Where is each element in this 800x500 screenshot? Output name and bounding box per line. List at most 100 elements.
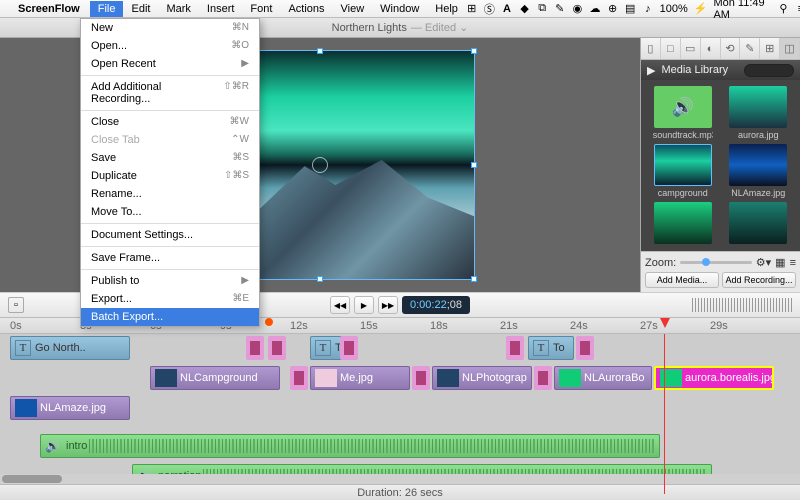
menu-item-rename-[interactable]: Rename... <box>81 185 259 203</box>
action-clip[interactable] <box>534 366 552 390</box>
menu-mark[interactable]: Mark <box>158 1 198 17</box>
inspector-tab[interactable]: ▯ <box>641 38 661 59</box>
status-icon[interactable]: Ⓢ <box>484 1 496 17</box>
action-clip[interactable] <box>506 336 524 360</box>
playhead-icon[interactable] <box>660 318 670 328</box>
library-item[interactable]: campground <box>647 144 719 198</box>
gear-icon[interactable]: ⚙▾ <box>756 256 771 269</box>
scrollbar-thumb[interactable] <box>2 475 62 483</box>
video-clip-selected[interactable]: aurora.borealis.jpg <box>654 366 774 390</box>
menu-item-open-recent[interactable]: Open Recent▶ <box>81 55 259 73</box>
status-icon[interactable]: ⊕ <box>607 2 619 15</box>
menu-item-duplicate[interactable]: Duplicate⇧⌘S <box>81 167 259 185</box>
resize-handle[interactable] <box>317 276 323 282</box>
inspector-tab[interactable]: ⟲ <box>721 38 741 59</box>
menu-item-new[interactable]: New⌘N <box>81 19 259 37</box>
resize-handle[interactable] <box>317 48 323 54</box>
video-clip[interactable]: Me.jpg <box>310 366 410 390</box>
status-icon[interactable]: ◉ <box>572 2 584 15</box>
zoom-slider[interactable] <box>680 261 752 264</box>
library-item[interactable]: NLAmaze.jpg <box>723 144 795 198</box>
menu-item-save-frame-[interactable]: Save Frame... <box>81 249 259 267</box>
audio-clip[interactable]: 🔊intro <box>40 434 660 458</box>
action-clip[interactable] <box>290 366 308 390</box>
view-list-icon[interactable]: ≡ <box>790 257 796 269</box>
video-clip[interactable]: NLCampground <box>150 366 280 390</box>
resize-handle[interactable] <box>471 276 477 282</box>
marker-icon[interactable] <box>265 318 273 326</box>
title-clip[interactable]: TTo <box>528 336 574 360</box>
app-name[interactable]: ScreenFlow <box>18 3 80 15</box>
menu-item-add-additional-recording-[interactable]: Add Additional Recording...⇧⌘R <box>81 78 259 108</box>
document-icon[interactable]: ▫ <box>8 297 24 313</box>
play-button[interactable]: ▶ <box>354 296 374 314</box>
library-item[interactable]: 🔊soundtrack.mp3 <box>647 86 719 140</box>
library-item[interactable]: aurora.jpg <box>723 86 795 140</box>
inspector-tab[interactable]: ◐ <box>701 38 721 59</box>
play-icon[interactable]: ▶ <box>647 64 655 77</box>
action-clip[interactable] <box>412 366 430 390</box>
menubar-extra-icon[interactable]: ≡ <box>795 3 800 15</box>
center-mark-icon[interactable] <box>312 157 328 173</box>
action-clip[interactable] <box>340 336 358 360</box>
library-search[interactable] <box>744 64 794 77</box>
action-clip[interactable] <box>268 336 286 360</box>
view-grid-icon[interactable]: ▦ <box>775 256 785 269</box>
forward-button[interactable]: ▶▶ <box>378 296 398 314</box>
inspector-tab[interactable]: ✎ <box>740 38 760 59</box>
video-clip[interactable]: NLAmaze.jpg <box>10 396 130 420</box>
status-icon[interactable]: ▤ <box>624 2 636 15</box>
battery-percent[interactable]: 100% <box>660 3 688 15</box>
clock[interactable]: Mon 11:49 AM <box>713 0 771 21</box>
video-clip[interactable]: NLAuroraBo <box>554 366 652 390</box>
menu-insert[interactable]: Insert <box>199 1 243 17</box>
menu-item-open-[interactable]: Open...⌘O <box>81 37 259 55</box>
menu-item-close-tab: Close Tab⌃W <box>81 131 259 149</box>
menu-item-batch-export-[interactable]: Batch Export... <box>81 308 259 326</box>
resize-handle[interactable] <box>471 48 477 54</box>
menu-item-document-settings-[interactable]: Document Settings... <box>81 226 259 244</box>
menu-item-publish-to[interactable]: Publish to▶ <box>81 272 259 290</box>
status-icon[interactable]: ◆ <box>519 2 531 15</box>
menu-actions[interactable]: Actions <box>280 1 332 17</box>
status-bar: Duration: 26 secs <box>0 484 800 500</box>
library-item[interactable] <box>723 202 795 246</box>
status-icon[interactable]: A <box>501 3 513 15</box>
status-icon[interactable]: ♪ <box>642 3 654 15</box>
title-clip[interactable]: TGo North.. <box>10 336 130 360</box>
menu-file[interactable]: File <box>90 1 124 17</box>
menu-item-move-to-[interactable]: Move To... <box>81 203 259 221</box>
resize-handle[interactable] <box>471 162 477 168</box>
menu-item-close[interactable]: Close⌘W <box>81 113 259 131</box>
inspector-tab[interactable]: ◫ <box>780 38 800 59</box>
action-clip[interactable] <box>246 336 264 360</box>
inspector-tab[interactable]: ⊞ <box>760 38 780 59</box>
rewind-button[interactable]: ◀◀ <box>330 296 350 314</box>
action-clip[interactable] <box>576 336 594 360</box>
inspector-tab[interactable]: □ <box>661 38 681 59</box>
speaker-icon: 🔊 <box>45 439 63 453</box>
inspector-tab[interactable]: ▭ <box>681 38 701 59</box>
add-recording-button[interactable]: Add Recording... <box>722 272 796 288</box>
menu-view[interactable]: View <box>333 1 373 17</box>
library-item[interactable] <box>647 202 719 246</box>
add-media-button[interactable]: Add Media... <box>645 272 719 288</box>
timecode[interactable]: 0:00:22;08 <box>402 296 470 314</box>
timeline-tracks[interactable]: TGo North.. TTo TTo NLCampground Me.jpg … <box>0 334 800 494</box>
spotlight-icon[interactable]: ⚲ <box>778 2 790 15</box>
status-icon[interactable]: ⧉ <box>536 2 548 15</box>
status-icon[interactable]: ☁ <box>589 2 601 15</box>
menu-help[interactable]: Help <box>427 1 466 17</box>
menu-item-save[interactable]: Save⌘S <box>81 149 259 167</box>
menu-window[interactable]: Window <box>372 1 427 17</box>
status-icon[interactable]: ✎ <box>554 2 566 15</box>
menu-edit[interactable]: Edit <box>123 1 158 17</box>
status-icon[interactable]: ⊞ <box>466 2 478 15</box>
menu-font[interactable]: Font <box>242 1 280 17</box>
horizontal-scrollbar[interactable] <box>0 474 800 484</box>
doc-state[interactable]: — Edited ⌄ <box>411 21 469 34</box>
zoom-label: Zoom: <box>645 257 676 269</box>
playhead-line[interactable] <box>664 334 665 494</box>
video-clip[interactable]: NLPhotograp <box>432 366 532 390</box>
menu-item-export-[interactable]: Export...⌘E <box>81 290 259 308</box>
